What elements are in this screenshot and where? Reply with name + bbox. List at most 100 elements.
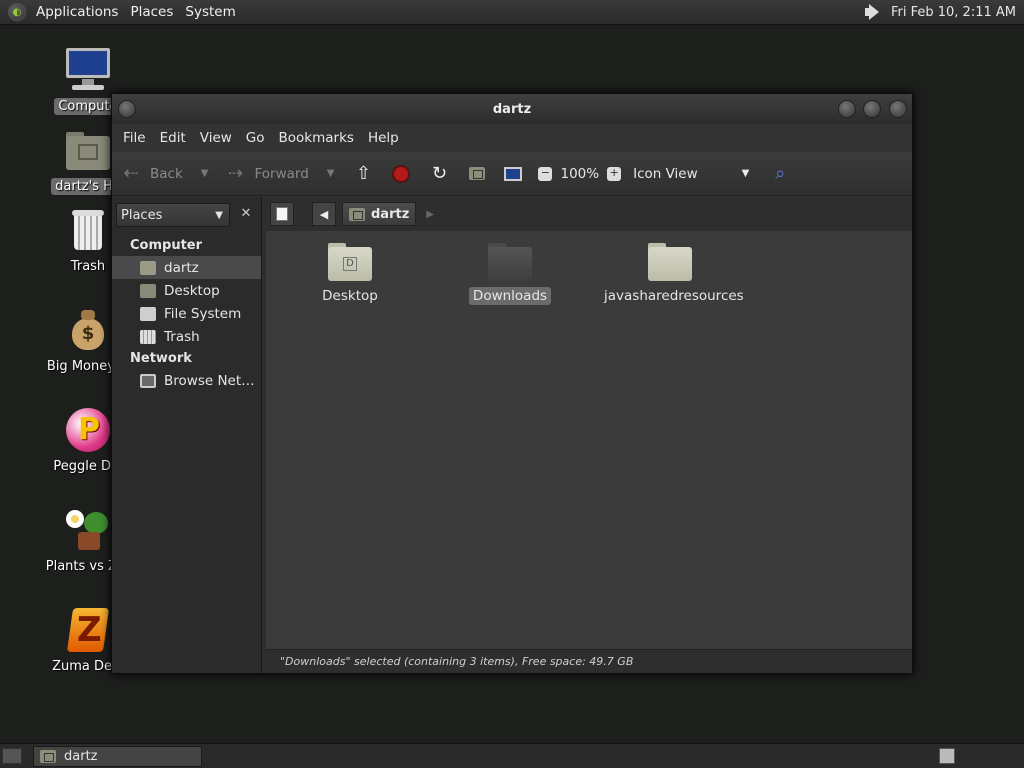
- stop-icon: [392, 164, 411, 183]
- desktop-icon-label: Trash: [70, 259, 106, 274]
- menu-edit[interactable]: Edit: [153, 130, 193, 146]
- desktop-icon: [140, 283, 156, 298]
- close-button[interactable]: [889, 100, 907, 118]
- home-icon: [349, 207, 365, 221]
- menu-bookmarks[interactable]: Bookmarks: [272, 130, 361, 146]
- plants-icon: [64, 506, 112, 554]
- workspace-switcher[interactable]: [939, 748, 955, 764]
- desktop-folder-icon: D: [328, 243, 372, 281]
- file-item-label: Downloads: [468, 287, 552, 305]
- forward-history-icon[interactable]: ▼: [327, 168, 335, 179]
- forward-label: Forward: [254, 165, 309, 182]
- zoom-level[interactable]: 100%: [560, 166, 599, 182]
- search-icon[interactable]: ⌕: [769, 163, 791, 185]
- file-item-downloads[interactable]: Downloads: [440, 235, 580, 305]
- gnome-foot-icon[interactable]: ◐: [8, 3, 26, 21]
- minimize-button[interactable]: [838, 100, 856, 118]
- menubar: File Edit View Go Bookmarks Help: [112, 124, 912, 152]
- location-bar: ◀ dartz ▶: [266, 197, 912, 231]
- window-title: dartz: [492, 101, 532, 117]
- breadcrumb-label: dartz: [371, 206, 410, 222]
- file-item-desktop[interactable]: D Desktop: [280, 235, 420, 305]
- sidebar-item-trash[interactable]: Trash: [112, 325, 261, 348]
- window-titlebar[interactable]: dartz: [112, 94, 912, 124]
- sidebar-item-dartz[interactable]: dartz: [112, 256, 261, 279]
- places-menu[interactable]: Places: [124, 4, 179, 20]
- window-menu-button[interactable]: [118, 100, 136, 118]
- forward-button[interactable]: ⇢ Forward ▼: [224, 163, 335, 185]
- places-selector-label: Places: [121, 207, 163, 223]
- back-history-icon[interactable]: ▼: [201, 168, 209, 179]
- system-menu[interactable]: System: [179, 4, 241, 20]
- view-mode-label: Icon View: [633, 165, 698, 182]
- zuma-icon: Z: [64, 606, 112, 654]
- home-icon: [140, 260, 156, 275]
- menu-view[interactable]: View: [193, 130, 239, 146]
- back-button[interactable]: ⇠ Back ▼: [120, 163, 208, 185]
- section-header-computer: Computer: [130, 238, 203, 253]
- toolbar: ⇠ Back ▼ ⇢ Forward ▼ ⇧ ↻ − 100% + Icon V…: [112, 152, 912, 196]
- home-icon[interactable]: [466, 163, 488, 185]
- computer-icon[interactable]: [502, 163, 524, 185]
- back-arrow-icon: ⇠: [123, 163, 139, 184]
- taskbar-item-label: dartz: [64, 749, 98, 764]
- chevron-down-icon: ▼: [215, 209, 223, 221]
- trash-icon: [64, 206, 112, 254]
- file-item-label: Desktop: [322, 288, 378, 304]
- sidebar-item-label: Browse Net…: [164, 372, 255, 389]
- sidebar-item-desktop[interactable]: Desktop: [112, 279, 261, 302]
- reload-icon[interactable]: ↻: [428, 163, 450, 185]
- sidebar-item-label: dartz: [164, 259, 199, 276]
- bottom-panel: dartz: [0, 743, 1024, 768]
- folder-icon: [648, 243, 692, 281]
- monitor-shape: [504, 166, 523, 181]
- applications-menu[interactable]: Applications: [30, 4, 124, 20]
- top-panel-tray: Fri Feb 10, 2:11 AM: [863, 3, 1024, 21]
- chevron-left-icon: ◀: [319, 207, 329, 221]
- clock[interactable]: Fri Feb 10, 2:11 AM: [891, 5, 1016, 20]
- money-bag-icon: $: [64, 306, 112, 354]
- menu-go[interactable]: Go: [239, 130, 272, 146]
- top-panel-menus: ◐ Applications Places System: [0, 0, 242, 24]
- folder-icon: [488, 243, 532, 281]
- chevron-down-icon: ▼: [741, 168, 750, 179]
- view-mode-select[interactable]: Icon View ▼: [633, 166, 749, 182]
- drive-icon: [140, 306, 156, 321]
- home-folder-icon: [64, 126, 112, 174]
- chevron-right-icon[interactable]: ▶: [426, 209, 434, 220]
- file-item-javasharedresources[interactable]: javasharedresources: [600, 235, 744, 305]
- sidebar-item-label: File System: [164, 305, 242, 322]
- close-icon: ✕: [240, 206, 252, 221]
- home-folder-small-icon: [469, 167, 486, 180]
- taskbar-item-dartz[interactable]: dartz: [33, 746, 202, 767]
- network-icon: [140, 373, 156, 388]
- maximize-button[interactable]: [863, 100, 881, 118]
- stop-button[interactable]: [390, 163, 412, 185]
- file-item-label: javasharedresources: [604, 288, 744, 304]
- top-panel: ◐ Applications Places System Fri Feb 10,…: [0, 0, 1024, 25]
- show-desktop-button[interactable]: [2, 748, 22, 764]
- sidepane-list: Computer dartz Desktop File System Trash…: [112, 235, 261, 392]
- volume-icon[interactable]: [863, 3, 883, 21]
- edit-icon: [276, 207, 288, 221]
- section-header-network: Network: [130, 351, 192, 366]
- sidebar-item-file-system[interactable]: File System: [112, 302, 261, 325]
- status-text: "Downloads" selected (containing 3 items…: [280, 655, 634, 668]
- file-view[interactable]: D Desktop Downloads javasharedresources: [266, 231, 912, 649]
- path-left-button[interactable]: ◀: [312, 202, 336, 226]
- menu-file[interactable]: File: [116, 130, 153, 146]
- places-selector[interactable]: Places ▼: [116, 203, 230, 227]
- status-bar: "Downloads" selected (containing 3 items…: [266, 649, 912, 673]
- sidepane: Places ▼ ✕ Computer dartz Desktop File S…: [112, 197, 262, 673]
- toggle-location-button[interactable]: [270, 202, 294, 226]
- sidepane-close-button[interactable]: ✕: [234, 203, 258, 227]
- zoom-out-button[interactable]: −: [538, 166, 553, 181]
- menu-help[interactable]: Help: [361, 130, 406, 146]
- breadcrumb[interactable]: dartz: [342, 202, 417, 226]
- up-arrow-icon[interactable]: ⇧: [352, 163, 374, 185]
- computer-icon: [64, 46, 112, 94]
- sidebar-item-browse-network[interactable]: Browse Net…: [112, 369, 261, 392]
- sidebar-item-label: Trash: [164, 328, 200, 345]
- forward-arrow-icon: ⇢: [227, 163, 244, 184]
- zoom-in-button[interactable]: +: [607, 166, 622, 181]
